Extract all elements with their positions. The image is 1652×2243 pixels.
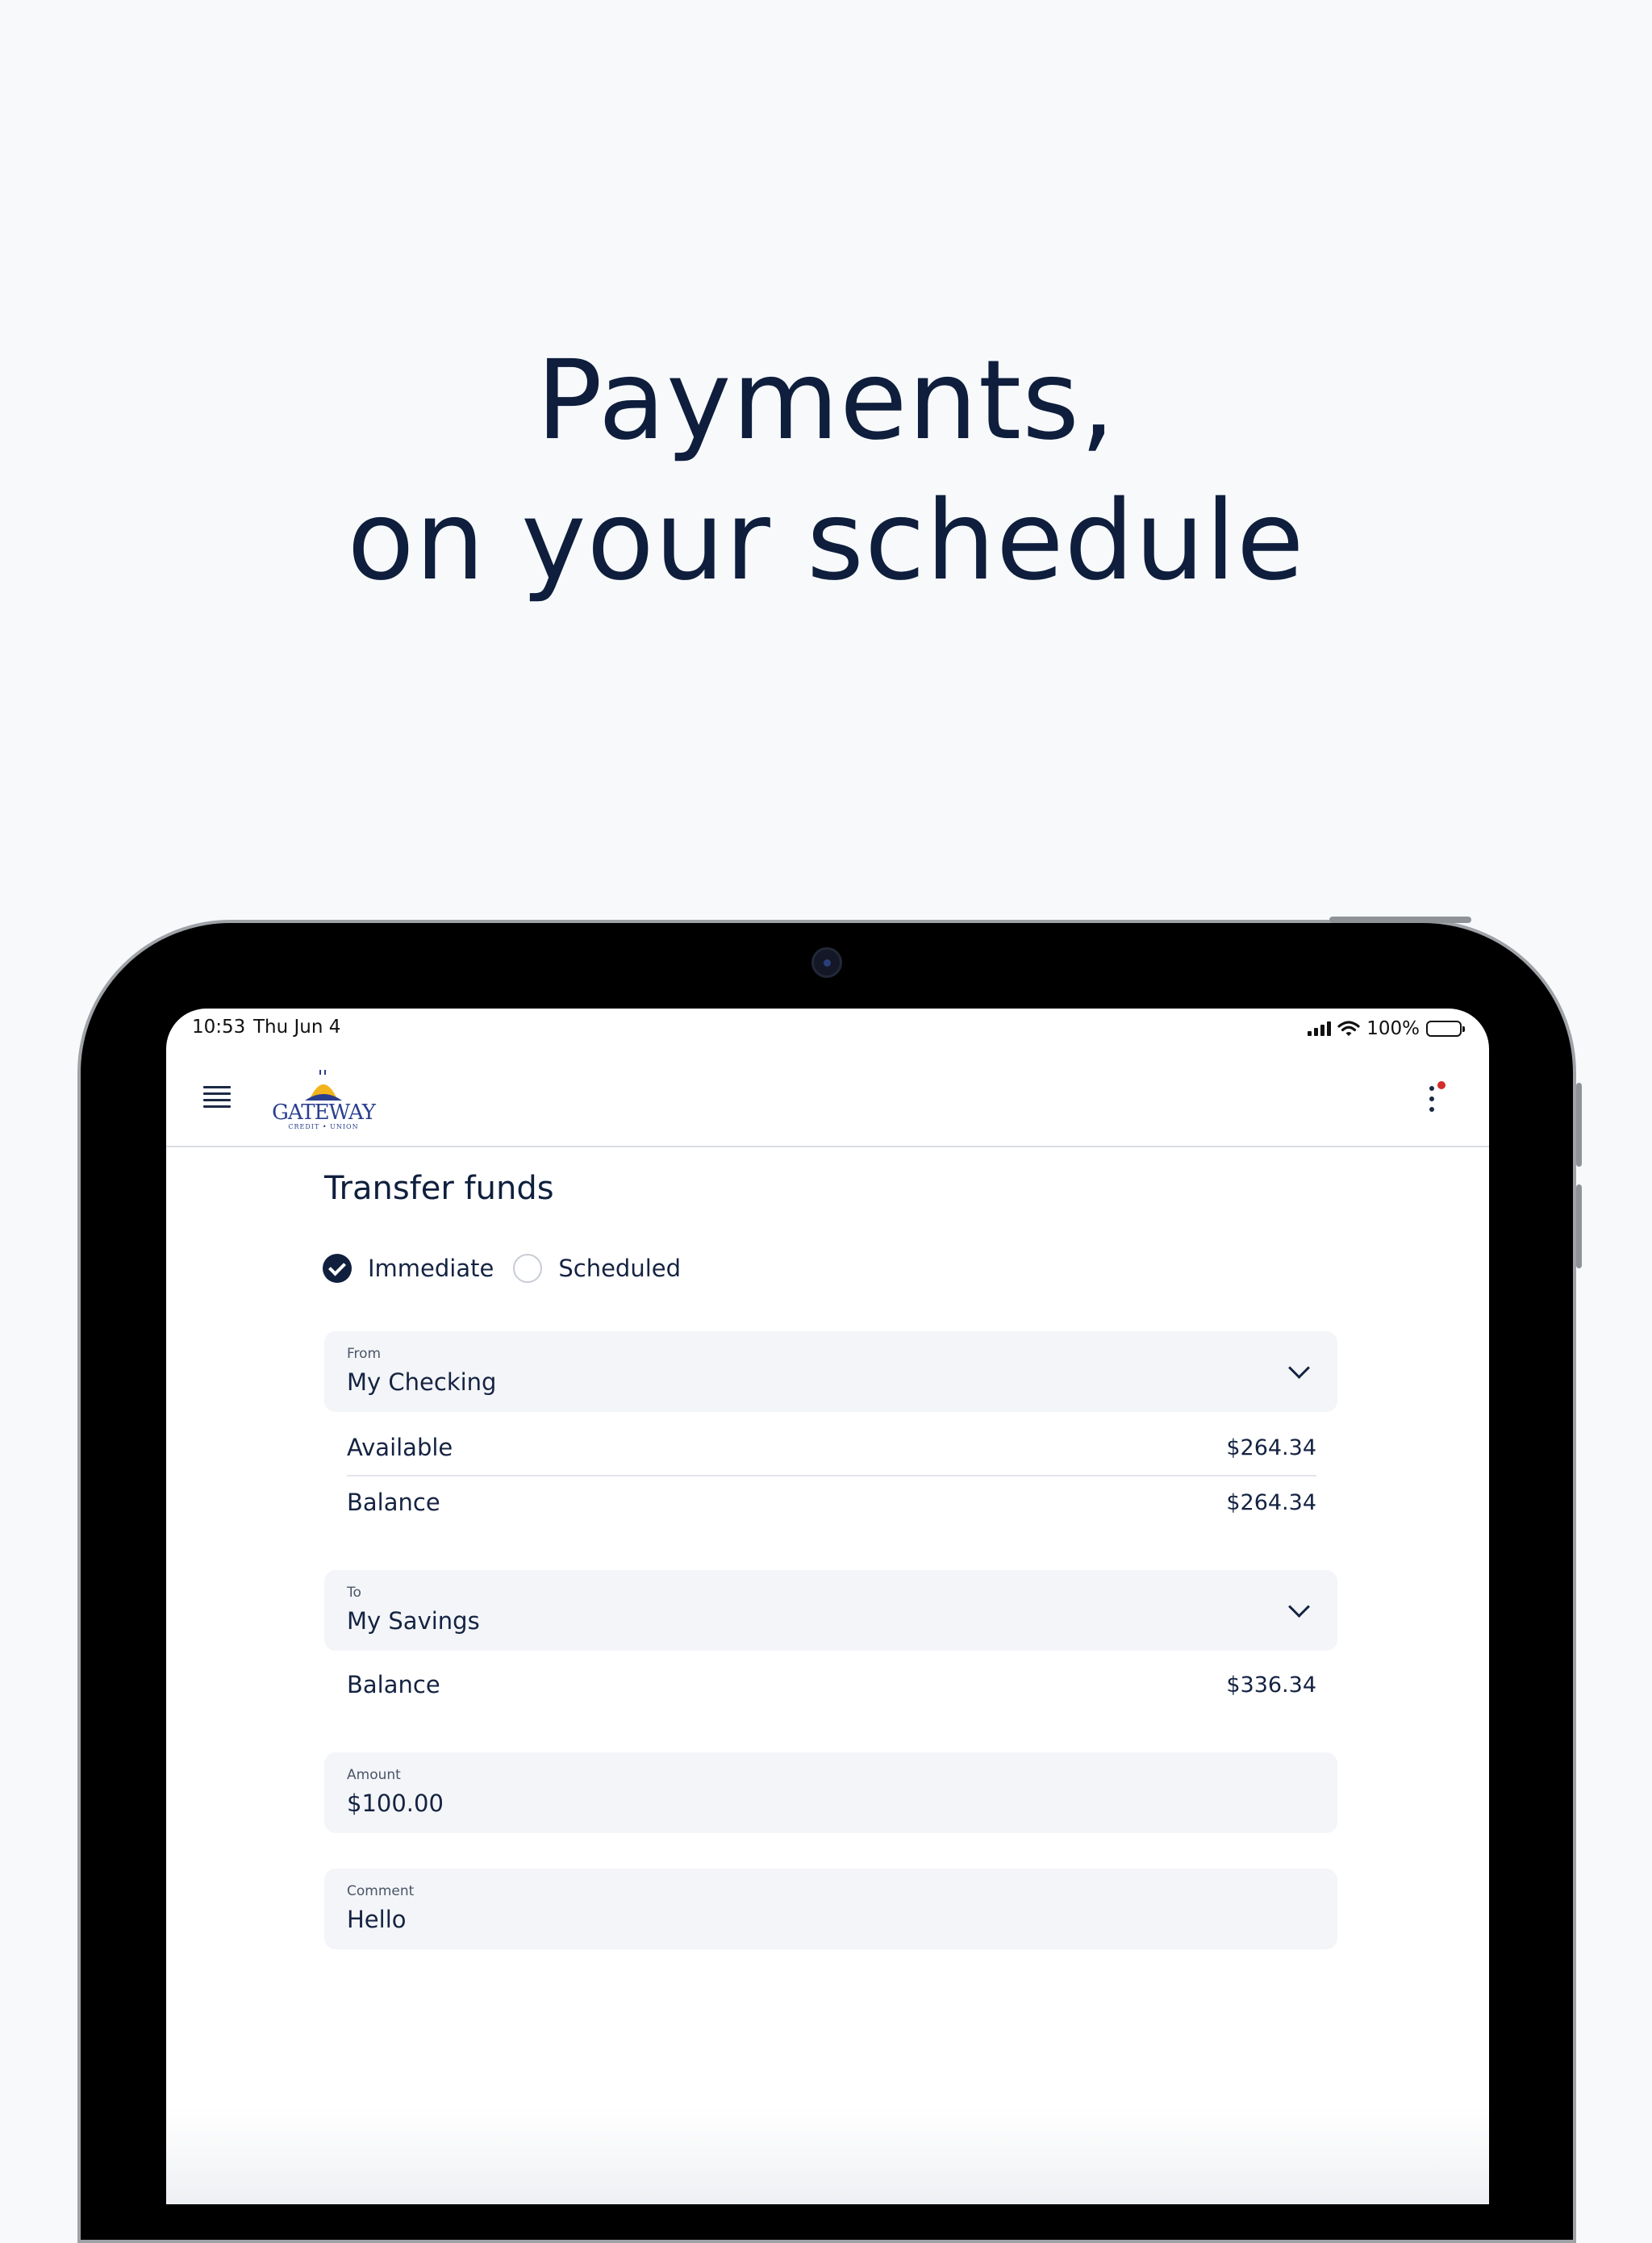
headline-line-1: Payments, [536, 337, 1116, 465]
wifi-icon [1337, 1021, 1360, 1036]
amount-field[interactable]: Amount $100.00 [324, 1752, 1337, 1833]
status-indicators: 100% [1308, 1018, 1465, 1039]
radio-scheduled[interactable]: Scheduled [513, 1254, 681, 1283]
hamburger-menu-icon[interactable] [203, 1086, 231, 1110]
front-camera [811, 947, 842, 978]
from-account-select[interactable]: From My Checking [324, 1331, 1337, 1412]
sunrise-logo-icon [305, 1070, 342, 1101]
amount-label: Amount [347, 1767, 401, 1783]
empty-circle-icon [513, 1254, 543, 1283]
app-header: GATEWAY CREDIT • UNION [166, 1054, 1489, 1147]
device-screen: 10:53 Thu Jun 4 100% GATEWAY CREDIT • UN… [166, 1009, 1489, 2204]
checkmark-circle-icon [323, 1254, 352, 1283]
from-value: My Checking [347, 1368, 497, 1396]
from-balance-value: $264.34 [1226, 1489, 1316, 1515]
volume-down-button [1576, 1184, 1582, 1268]
radio-immediate-label: Immediate [368, 1255, 494, 1282]
battery-icon [1426, 1021, 1465, 1037]
from-balance-label: Balance [347, 1489, 440, 1516]
notification-dot [1437, 1081, 1446, 1089]
logo-wordmark: GATEWAY [272, 1101, 376, 1125]
comment-value[interactable]: Hello [347, 1906, 1315, 1933]
radio-immediate[interactable]: Immediate [323, 1254, 494, 1283]
battery-percent: 100% [1366, 1018, 1420, 1039]
status-time: 10:53 [192, 1017, 246, 1038]
radio-scheduled-label: Scheduled [558, 1255, 682, 1282]
top-button [1329, 917, 1471, 923]
to-label: To [347, 1585, 361, 1601]
headline-line-2: on your schedule [347, 478, 1305, 605]
more-options-icon[interactable] [1420, 1081, 1446, 1117]
to-balance-label: Balance [347, 1671, 440, 1698]
gateway-logo: GATEWAY CREDIT • UNION [271, 1067, 384, 1131]
to-balance-value: $336.34 [1226, 1672, 1316, 1698]
volume-up-button [1576, 1083, 1582, 1167]
logo-subtext: CREDIT • UNION [288, 1123, 359, 1130]
marketing-headline: Payments, on your schedule [0, 331, 1652, 612]
comment-label: Comment [347, 1883, 415, 1899]
to-account-select[interactable]: To My Savings [324, 1570, 1337, 1651]
status-date: Thu Jun 4 [253, 1017, 341, 1038]
from-label: From [347, 1346, 382, 1362]
transfer-timing-options: Immediate Scheduled [323, 1254, 700, 1283]
available-label: Available [347, 1434, 453, 1461]
to-balance-row: Balance $336.34 [347, 1657, 1316, 1712]
status-bar: 10:53 Thu Jun 4 100% [166, 1009, 1489, 1054]
from-available-row: Available $264.34 [347, 1420, 1316, 1477]
amount-value[interactable]: $100.00 [347, 1790, 1315, 1817]
from-balance-row: Balance $264.34 [347, 1475, 1316, 1530]
available-value: $264.34 [1226, 1435, 1316, 1460]
cellular-signal-icon [1308, 1021, 1332, 1036]
page-title: Transfer funds [324, 1170, 554, 1207]
to-value: My Savings [347, 1607, 480, 1635]
comment-field[interactable]: Comment Hello [324, 1869, 1337, 1949]
